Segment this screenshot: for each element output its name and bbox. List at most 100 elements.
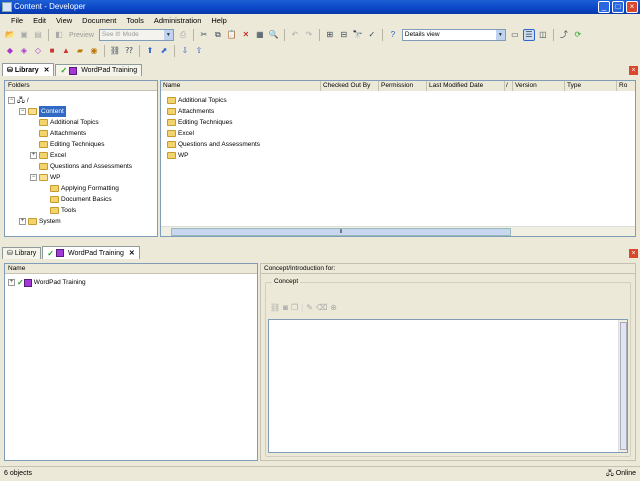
layout-split-horizontal-icon[interactable]: ☰: [522, 29, 535, 41]
save-all-icon[interactable]: ▤: [32, 29, 44, 41]
export-icon[interactable]: ⇧: [193, 45, 205, 57]
new-glossary-icon[interactable]: ▲: [60, 45, 72, 57]
expand-icon[interactable]: +: [19, 218, 26, 225]
close-pane-button[interactable]: ×: [629, 249, 638, 258]
redo-icon[interactable]: ↷: [303, 29, 315, 41]
menu-help[interactable]: Help: [206, 16, 231, 25]
expand-icon[interactable]: ⊞: [324, 29, 336, 41]
new-folder-icon[interactable]: ▰: [74, 45, 86, 57]
column-type[interactable]: Type: [565, 81, 617, 91]
vertical-scrollbar[interactable]: [618, 320, 627, 452]
new-module-icon[interactable]: ◆: [4, 45, 16, 57]
preview-button[interactable]: Preview: [66, 32, 97, 39]
paste-icon[interactable]: 📋: [226, 29, 238, 41]
column-checked-out-by[interactable]: Checked Out By: [321, 81, 379, 91]
zoom-icon[interactable]: ⊕: [330, 303, 337, 312]
close-tab-icon[interactable]: ✕: [44, 65, 50, 76]
spellcheck-icon[interactable]: ✓: [366, 29, 378, 41]
column-ro[interactable]: Ro: [617, 81, 635, 91]
tree-node-attachments[interactable]: Attachments: [39, 128, 86, 139]
list-item[interactable]: Additional Topics: [167, 95, 227, 106]
close-window-button[interactable]: ×: [626, 1, 638, 13]
layout-single-icon[interactable]: ▭: [509, 29, 521, 41]
find-icon[interactable]: 🔭: [352, 29, 364, 41]
maximize-button[interactable]: □: [612, 1, 624, 13]
collapse-icon[interactable]: −: [19, 108, 26, 115]
column-name[interactable]: Name: [161, 81, 321, 91]
close-pane-button[interactable]: ×: [629, 66, 638, 75]
layout-split-vertical-icon[interactable]: ◫: [537, 29, 549, 41]
tab-wordpad-training-bottom[interactable]: ✓ WordPad Training ✕: [42, 246, 140, 259]
check-in-icon[interactable]: ⬆: [144, 45, 156, 57]
tab-library-bottom[interactable]: ⛁ Library: [2, 247, 42, 259]
list-item[interactable]: Attachments: [167, 106, 214, 117]
column-permission[interactable]: Permission: [379, 81, 427, 91]
print-icon[interactable]: ⎙: [177, 29, 189, 41]
insert-help-icon[interactable]: ⁇: [123, 45, 135, 57]
collapse-icon[interactable]: −: [8, 97, 15, 104]
tree-node-wp[interactable]: − WP: [30, 172, 60, 183]
edit-icon[interactable]: ✎: [306, 303, 313, 312]
concept-editor[interactable]: [268, 319, 628, 453]
tree-node-tools[interactable]: Tools: [50, 205, 76, 216]
image-icon[interactable]: ◙: [283, 303, 288, 312]
help-icon[interactable]: ?: [387, 29, 399, 41]
tree-node-editing-techniques[interactable]: Editing Techniques: [39, 139, 104, 150]
tree-node-system[interactable]: + System: [19, 216, 61, 227]
horizontal-scrollbar[interactable]: ⦀: [161, 226, 635, 236]
link-icon[interactable]: ⛓: [270, 303, 280, 312]
insert-link-icon[interactable]: ⛓: [109, 45, 121, 57]
column-version[interactable]: Version: [513, 81, 565, 91]
collapse-icon[interactable]: −: [30, 174, 37, 181]
copy-icon[interactable]: ⧉: [212, 29, 224, 41]
list-item[interactable]: Editing Techniques: [167, 117, 232, 128]
scrollbar-thumb[interactable]: [620, 322, 627, 450]
menu-file[interactable]: File: [6, 16, 28, 25]
clear-icon[interactable]: ⌫: [316, 303, 327, 312]
publish-icon[interactable]: ⤴: [558, 29, 570, 41]
menu-edit[interactable]: Edit: [28, 16, 51, 25]
tree-node-content[interactable]: − Content: [19, 105, 66, 118]
menu-document[interactable]: Document: [77, 16, 121, 25]
tab-library[interactable]: ⛁ Library ✕: [2, 63, 55, 76]
delete-icon[interactable]: ✕: [240, 29, 252, 41]
tree-node-questions[interactable]: Questions and Assessments: [39, 161, 132, 172]
new-section-icon[interactable]: ◈: [18, 45, 30, 57]
save-icon[interactable]: ▣: [18, 29, 30, 41]
new-topic-icon[interactable]: ◇: [32, 45, 44, 57]
menu-tools[interactable]: Tools: [121, 16, 149, 25]
menu-view[interactable]: View: [51, 16, 77, 25]
outline-node-wordpad-training[interactable]: + ✓ WordPad Training: [8, 277, 86, 288]
refresh-icon[interactable]: ⟳: [572, 29, 584, 41]
tree-node-excel[interactable]: + Excel: [30, 150, 66, 161]
collapse-icon[interactable]: ⊟: [338, 29, 350, 41]
tab-wordpad-training[interactable]: ✓ WordPad Training: [55, 64, 143, 76]
attachment-icon[interactable]: ❐: [291, 303, 298, 312]
expand-icon[interactable]: +: [8, 279, 15, 286]
import-icon[interactable]: ⇩: [179, 45, 191, 57]
list-item[interactable]: WP: [167, 150, 188, 161]
tree-node-document-basics[interactable]: Document Basics: [50, 194, 112, 205]
minimize-button[interactable]: _: [598, 1, 610, 13]
column-last-modified[interactable]: Last Modified Date: [427, 81, 505, 91]
new-web-page-icon[interactable]: ◉: [88, 45, 100, 57]
check-out-icon[interactable]: ⬈: [158, 45, 170, 57]
cut-icon[interactable]: ✂: [198, 29, 210, 41]
mode-select[interactable]: See It! Mode ▼: [98, 29, 174, 41]
undo-icon[interactable]: ↶: [289, 29, 301, 41]
new-package-icon[interactable]: ■: [46, 45, 58, 57]
tree-node-applying-formatting[interactable]: Applying Formatting: [50, 183, 119, 194]
list-item[interactable]: Excel: [167, 128, 194, 139]
properties-icon[interactable]: ▦: [254, 29, 266, 41]
preview-icon[interactable]: ◧: [53, 29, 65, 41]
close-tab-icon[interactable]: ✕: [129, 248, 135, 259]
open-icon[interactable]: 📂: [4, 29, 16, 41]
menu-administration[interactable]: Administration: [149, 16, 207, 25]
scrollbar-thumb[interactable]: ⦀: [171, 228, 511, 236]
list-item[interactable]: Questions and Assessments: [167, 139, 260, 150]
tree-node-additional-topics[interactable]: Additional Topics: [39, 117, 99, 128]
expand-icon[interactable]: +: [30, 152, 37, 159]
view-select[interactable]: Details view ▼: [401, 29, 506, 41]
find-usage-icon[interactable]: 🔍: [268, 29, 280, 41]
tree-node-root[interactable]: − 🖧 /: [8, 95, 29, 106]
